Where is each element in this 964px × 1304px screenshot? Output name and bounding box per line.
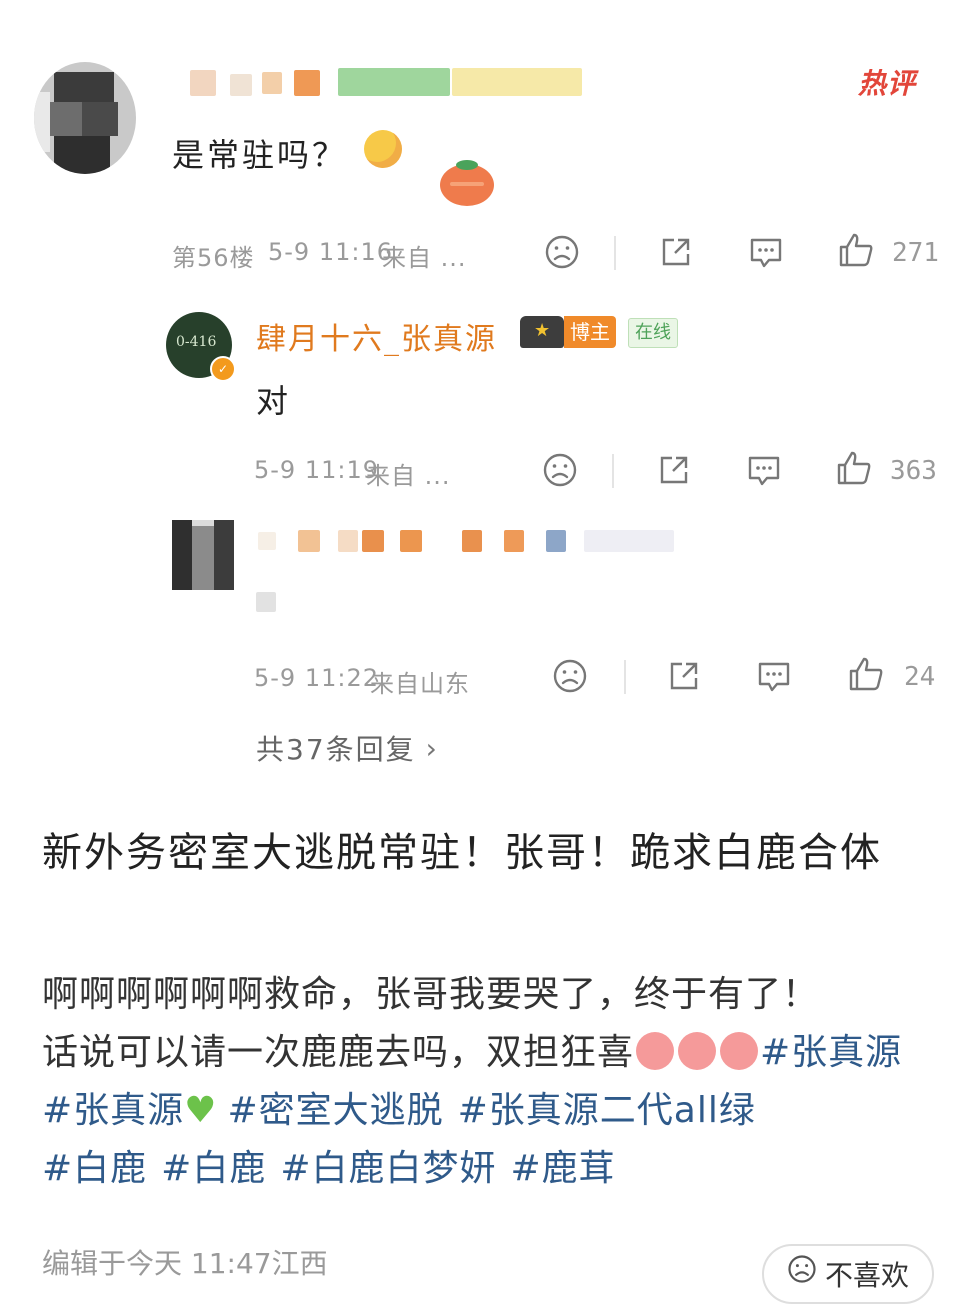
reply-time: 5-9 11:22 — [254, 664, 379, 692]
thumbs-up-icon — [839, 233, 873, 267]
peach-emoji-icon — [636, 1032, 675, 1070]
blogger-badge: 博主 — [564, 316, 616, 348]
comment-bubble-icon — [750, 238, 782, 268]
divider — [612, 454, 614, 488]
thumbs-up-icon — [837, 451, 871, 485]
like-count: 363 — [890, 456, 937, 486]
hashtag-link[interactable]: #密室大逃脱 — [227, 1090, 443, 1131]
view-all-replies-link[interactable]: 共37条回复 › — [256, 728, 439, 768]
hashtag-link[interactable]: #张真源 — [42, 1090, 184, 1131]
crown-icon: ★ — [520, 316, 564, 348]
peach-emoji-icon — [720, 1032, 759, 1070]
dislike-face-icon — [553, 659, 587, 693]
persimmon-icon — [440, 160, 494, 206]
verified-badge-icon: ✓ — [210, 356, 236, 382]
divider — [614, 236, 616, 270]
reply-text: 对 — [256, 382, 289, 420]
online-badge: 在线 — [628, 318, 678, 348]
reply-source: 来自山东 — [370, 670, 470, 698]
hashtag-link[interactable]: #张真源二代all绿 — [458, 1090, 756, 1131]
reply-text-blurred — [256, 592, 276, 612]
comment-bubble-icon — [758, 662, 790, 692]
post-title: 新外务密室大逃脱常驻！张哥！跪求白鹿合体 — [42, 830, 882, 876]
share-button[interactable] — [654, 450, 694, 490]
blush-emoji-icon — [364, 130, 402, 168]
share-button[interactable] — [664, 656, 704, 696]
blogger-username[interactable]: 肆月十六_张真源 — [256, 314, 497, 358]
dislike-button[interactable] — [540, 450, 580, 490]
share-icon — [660, 456, 688, 484]
dislike-face-icon — [545, 235, 579, 269]
share-button[interactable] — [656, 232, 696, 272]
like-button[interactable] — [834, 448, 874, 488]
username-blurred[interactable] — [190, 66, 590, 98]
like-button[interactable] — [836, 230, 876, 270]
green-heart-icon: ♥ — [184, 1090, 218, 1131]
avatar[interactable] — [172, 520, 234, 590]
divider — [624, 660, 626, 694]
share-icon — [662, 238, 690, 266]
post-line-1: 啊啊啊啊啊啊救命，张哥我要哭了，终于有了！ — [42, 974, 820, 1015]
comment-text: 是常驻吗？ — [172, 136, 348, 174]
dislike-face-icon — [543, 453, 577, 487]
hashtag-link[interactable]: #张真源 — [760, 1032, 902, 1073]
post-body: 啊啊啊啊啊啊救命，张哥我要哭了，终于有了！ 话说可以请一次鹿鹿去吗，双担狂喜 #张… — [42, 966, 942, 1198]
reply-button[interactable] — [746, 232, 786, 272]
dislike-button[interactable] — [542, 232, 582, 272]
edited-info: 编辑于今天 11:47江西 — [42, 1247, 328, 1280]
hashtag-link[interactable]: #白鹿 — [42, 1148, 147, 1189]
dislike-button[interactable] — [550, 656, 590, 696]
peach-emoji-icon — [678, 1032, 717, 1070]
total-replies-label: 共37条回复 — [256, 733, 416, 766]
avatar[interactable] — [34, 62, 136, 174]
hot-comment-badge: 热评 — [858, 67, 917, 100]
dislike-face-icon — [788, 1255, 816, 1283]
share-icon — [670, 662, 698, 690]
reply-button[interactable] — [744, 450, 784, 490]
dislike-post-button[interactable]: 不喜欢 — [762, 1244, 934, 1304]
like-count: 24 — [904, 662, 936, 692]
username-blurred[interactable] — [258, 526, 678, 556]
avatar-text: 0-416 — [176, 334, 217, 350]
comment-floor: 第56楼 — [172, 244, 255, 272]
dislike-label: 不喜欢 — [824, 1259, 909, 1292]
hashtag-link[interactable]: #白鹿 — [161, 1148, 266, 1189]
thumbs-up-icon — [849, 657, 883, 691]
comment-source: 来自 ... — [382, 244, 467, 272]
like-button[interactable] — [846, 654, 886, 694]
comment-bubble-icon — [748, 456, 780, 486]
reply-button[interactable] — [754, 656, 794, 696]
like-count: 271 — [892, 238, 939, 268]
hashtag-link[interactable]: #鹿茸 — [511, 1148, 616, 1189]
chevron-right-icon: › — [425, 731, 439, 765]
post-line-2: 话说可以请一次鹿鹿去吗，双担狂喜 — [42, 1032, 635, 1073]
hashtag-link[interactable]: #白鹿白梦妍 — [280, 1148, 496, 1189]
reply-source: 来自 ... — [366, 462, 451, 490]
reply-time: 5-9 11:19 — [254, 456, 379, 484]
comment-time: 5-9 11:16 — [268, 238, 393, 266]
